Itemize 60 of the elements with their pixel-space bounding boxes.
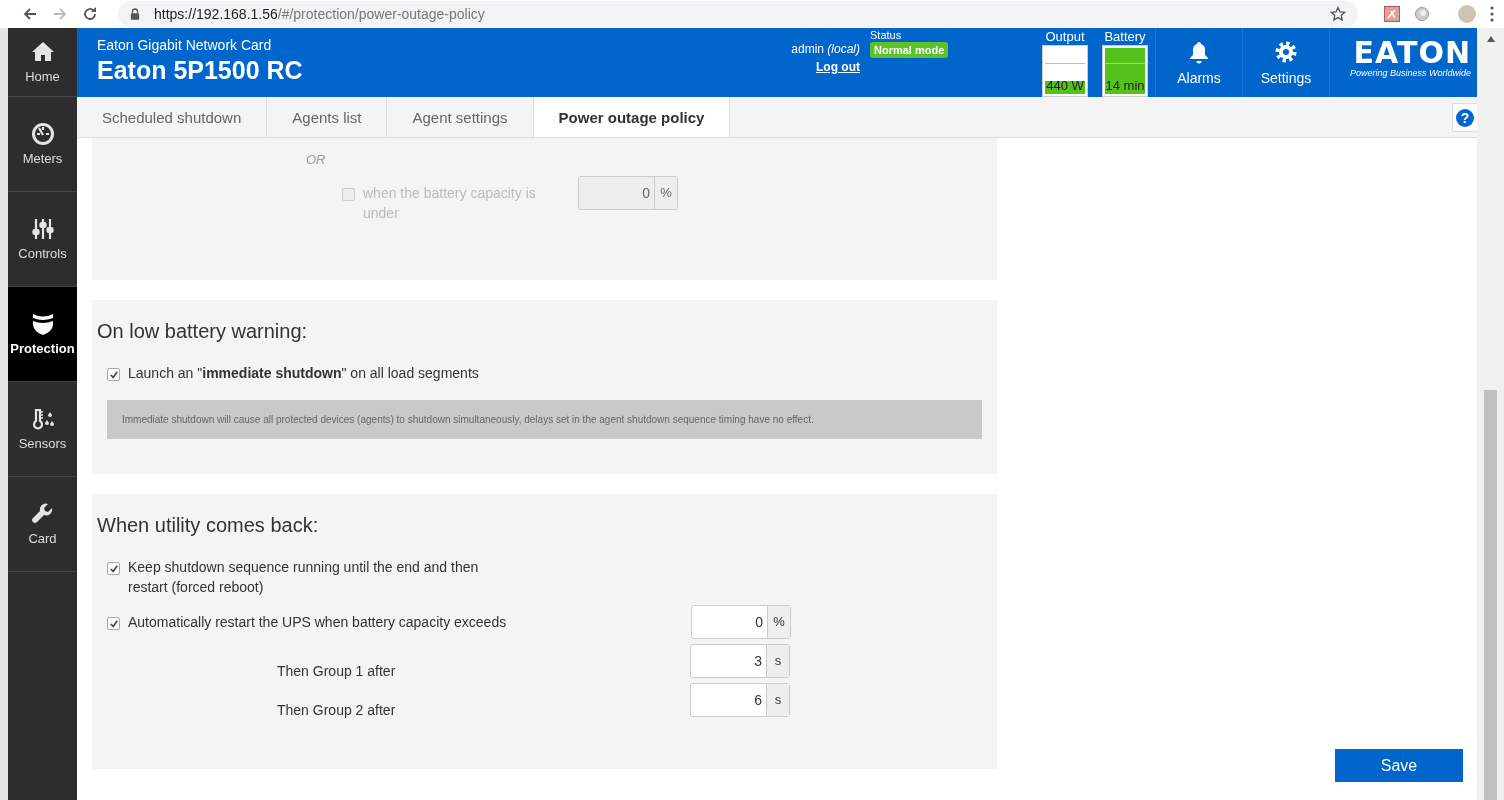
- star-icon[interactable]: [1330, 6, 1346, 22]
- scroll-up-icon[interactable]: [1486, 36, 1495, 42]
- field-label: Then Group 2 after: [276, 701, 397, 720]
- home-icon: [30, 40, 55, 64]
- checkbox[interactable]: [107, 368, 120, 381]
- tab[interactable]: Power outage policy: [533, 97, 731, 137]
- checkbox-label: Keep shutdown sequence running until the end and then restart (forced reboot): [128, 558, 480, 597]
- meter-label: Battery: [1104, 29, 1146, 44]
- gauge-icon: [30, 122, 55, 146]
- check-icon: [109, 564, 118, 573]
- meter-label: Output: [1045, 29, 1085, 44]
- section-heading: When utility comes back:: [97, 514, 320, 537]
- input-field: 0 %: [578, 176, 678, 210]
- logout-link[interactable]: Log out: [791, 60, 860, 74]
- info-note: Immediate shutdown will cause all protected devices (agents) to shutdown simultaneously, delays set in the agent shutdown sequence timing have no effect.: [107, 400, 982, 439]
- input-field[interactable]: 3 s: [690, 644, 790, 678]
- checkbox-label: when the battery capacity is under: [363, 184, 537, 223]
- field-label: Then Group 1 after: [276, 662, 397, 681]
- status-badge: Normal mode: [870, 42, 949, 58]
- checkbox[interactable]: [107, 562, 120, 575]
- sidebar-item[interactable]: Protection: [8, 287, 77, 382]
- settings-icon: [1274, 39, 1298, 64]
- url-text: https://192.168.1.56/#/protection/power-outage-policy: [154, 6, 486, 22]
- menu-icon[interactable]: [1490, 6, 1494, 22]
- input-field[interactable]: 6 s: [690, 683, 790, 717]
- tab[interactable]: Agents list: [267, 97, 388, 137]
- checkbox[interactable]: [107, 617, 120, 630]
- meter-reading: 14 min: [1105, 78, 1145, 94]
- bell-icon: [1187, 39, 1211, 64]
- tab[interactable]: Agent settings: [387, 97, 534, 137]
- check-icon: [109, 370, 118, 379]
- back-icon[interactable]: [22, 6, 38, 22]
- tab[interactable]: Scheduled shutdown: [77, 97, 268, 137]
- help-button[interactable]: ?: [1452, 103, 1477, 132]
- scrollbar-thumb[interactable]: [1484, 390, 1497, 800]
- lock-icon: [130, 8, 140, 20]
- logo: EATON: [1353, 38, 1471, 68]
- shield-icon: [30, 312, 55, 336]
- checkbox-label: Automatically restart the UPS when battery capacity exceeds: [128, 613, 508, 632]
- wrench-icon: [30, 502, 55, 526]
- address-bar[interactable]: https://192.168.1.56/#/protection/power-outage-policy: [118, 1, 1358, 27]
- status-label: Status: [870, 29, 903, 41]
- meter-reading: 440 W: [1046, 78, 1084, 94]
- reload-icon[interactable]: [82, 6, 98, 22]
- input-field[interactable]: 0 %: [691, 605, 791, 639]
- user-name: admin (local): [791, 42, 860, 56]
- thermometer-icon: [30, 407, 55, 431]
- extension-icon[interactable]: [1414, 6, 1430, 22]
- section-heading: On low battery warning:: [97, 320, 309, 343]
- check-icon: [109, 619, 118, 628]
- sidebar-item[interactable]: Card: [8, 477, 77, 572]
- checkbox-label: Launch an "immediate shutdown" on all load segments: [128, 364, 479, 383]
- sliders-icon: [30, 217, 55, 241]
- extension-icon[interactable]: [1384, 6, 1400, 22]
- save-button[interactable]: Save: [1335, 749, 1463, 782]
- sidebar-item[interactable]: Sensors: [8, 382, 77, 477]
- or-label: OR: [306, 152, 326, 167]
- logo-tagline: Powering Business Worldwide: [1349, 68, 1471, 78]
- product-subtitle: Eaton Gigabit Network Card: [97, 37, 273, 53]
- device-title: Eaton 5P1500 RC: [97, 56, 304, 85]
